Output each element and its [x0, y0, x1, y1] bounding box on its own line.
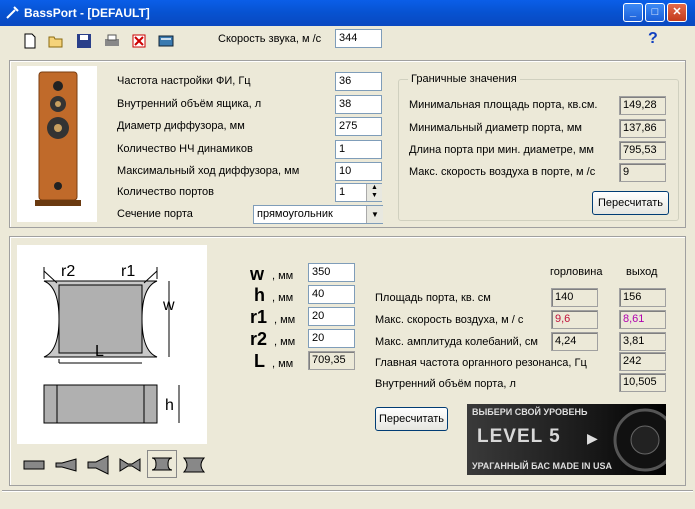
open-folder-icon[interactable]	[48, 33, 64, 49]
banner-main-text: LEVEL 5	[477, 426, 561, 447]
minimize-button[interactable]: _	[623, 3, 643, 22]
shape-rounded-button[interactable]	[147, 450, 177, 478]
recalc-port-button[interactable]: Пересчитать	[375, 407, 448, 431]
app-icon	[6, 6, 19, 19]
min-diam-label: Минимальный диаметр порта, мм	[409, 122, 582, 134]
print-icon[interactable]	[104, 33, 120, 49]
box-volume-label: Внутренний объём ящика, л	[117, 98, 262, 110]
dim-L-value: 709,35	[308, 351, 355, 370]
diagram-r2-label: r2	[61, 263, 76, 280]
port-area-throat: 140	[551, 288, 598, 307]
port-len-value: 795,53	[619, 141, 666, 160]
max-excursion-label: Максимальный ход диффузора, мм	[117, 165, 300, 177]
delete-icon[interactable]	[131, 33, 147, 49]
banner-bottom-text: УРАГАННЫЙ БАС MADE IN USA	[472, 461, 613, 471]
maximize-button[interactable]: □	[645, 3, 665, 22]
close-button[interactable]: ✕	[667, 3, 687, 22]
shape-straight-button[interactable]	[20, 454, 48, 476]
col-exit-header: выход	[626, 266, 658, 278]
sound-speed-input[interactable]: 344	[335, 29, 382, 48]
dim-r1-name: r1	[250, 307, 268, 327]
ports-count-label: Количество портов	[117, 186, 214, 198]
port-section-label: Сечение порта	[117, 208, 193, 220]
port-diagram: r2 r1 w L h	[17, 245, 207, 444]
tuning-freq-label: Частота настройки ФИ, Гц	[117, 75, 251, 87]
limits-group-title: Граничные значения	[408, 73, 520, 85]
dim-L-unit: , мм	[272, 358, 294, 370]
port-len-label: Длина порта при мин. диаметре, мм	[409, 144, 594, 156]
speaker-cabinet-icon	[35, 71, 81, 206]
port-section-value: прямоугольник	[257, 208, 333, 220]
calculator-icon[interactable]	[158, 33, 174, 49]
max-excursion-input[interactable]: 10	[335, 162, 382, 181]
dim-h-name: h	[254, 285, 265, 305]
new-file-icon[interactable]	[22, 33, 38, 49]
dim-h-unit: , мм	[272, 292, 294, 304]
max-air-value: 9	[619, 163, 666, 182]
dim-w-name: w	[250, 264, 265, 284]
diffuser-diam-label: Диаметр диффузора, мм	[117, 120, 245, 132]
shape-horn-button[interactable]	[84, 454, 112, 476]
banner-top-text: ВЫБЕРИ СВОЙ УРОВЕНЬ	[472, 407, 588, 417]
diagram-r1-label: r1	[121, 263, 136, 280]
shape-cone-button[interactable]	[52, 454, 80, 476]
save-icon[interactable]	[76, 33, 92, 49]
dim-w-input[interactable]: 350	[308, 263, 355, 282]
diffuser-diam-input[interactable]: 275	[335, 117, 382, 136]
dim-r2-name: r2	[250, 329, 268, 349]
organ-resonance-label: Главная частота органного резонанса, Гц	[375, 357, 587, 369]
spin-up-icon[interactable]: ▲	[367, 184, 382, 192]
dim-r1-input[interactable]: 20	[308, 307, 355, 326]
dim-r2-unit: , мм	[274, 336, 296, 348]
ports-count-spinner[interactable]: ▲ ▼	[366, 184, 382, 201]
port-volume-value: 10,505	[619, 373, 666, 392]
amplitude-exit: 3,81	[619, 332, 666, 351]
max-air-label: Макс. скорость воздуха в порте, м /с	[409, 166, 596, 178]
drivers-count-label: Количество НЧ динамиков	[117, 143, 253, 155]
air-speed-throat: 9,6	[551, 310, 598, 329]
status-bar	[2, 490, 693, 508]
dim-r1-unit: , мм	[274, 314, 296, 326]
tuning-freq-input[interactable]: 36	[335, 72, 382, 91]
dim-L-name: L	[254, 351, 265, 371]
port-section-select[interactable]: прямоугольник	[253, 205, 383, 224]
air-speed-exit: 8,61	[619, 310, 666, 329]
min-area-value: 149,28	[619, 96, 666, 115]
box-volume-input[interactable]: 38	[335, 95, 382, 114]
col-throat-header: горловина	[550, 266, 603, 278]
ports-count-value: 1	[339, 186, 346, 198]
organ-resonance-value: 242	[619, 352, 666, 371]
title-bar: BassPort - [DEFAULT] _ □ ✕	[0, 0, 695, 26]
min-area-label: Минимальная площадь порта, кв.см.	[409, 99, 598, 111]
chevron-down-icon[interactable]: ▼	[366, 206, 383, 223]
air-speed-label: Макс. скорость воздуха, м / с	[375, 314, 524, 326]
sound-speed-label: Скорость звука, м /с	[218, 33, 322, 45]
amplitude-label: Макс. амплитуда колебаний, см	[375, 336, 538, 348]
help-icon[interactable]: ?	[648, 30, 658, 48]
diagram-L-label: L	[95, 343, 104, 360]
port-area-exit: 156	[619, 288, 666, 307]
drivers-count-input[interactable]: 1	[335, 140, 382, 159]
min-diam-value: 137,86	[619, 119, 666, 138]
dim-r2-input[interactable]: 20	[308, 329, 355, 348]
amplitude-throat: 4,24	[551, 332, 598, 351]
speaker-image	[17, 66, 97, 222]
dim-w-unit: , мм	[272, 270, 294, 282]
shape-flared-button[interactable]	[180, 454, 208, 476]
spin-down-icon[interactable]: ▼	[367, 192, 382, 200]
recalc-limits-button[interactable]: Пересчитать	[592, 191, 669, 215]
ad-banner[interactable]: ВЫБЕРИ СВОЙ УРОВЕНЬ LEVEL 5 ▶ УРАГАННЫЙ …	[467, 404, 666, 475]
window-title: BassPort - [DEFAULT]	[24, 6, 150, 20]
shape-double-cone-button[interactable]	[116, 454, 144, 476]
diagram-w-label: w	[163, 297, 175, 314]
banner-arrow-icon: ▶	[587, 430, 598, 446]
subwoofer-icon	[613, 408, 666, 472]
dim-h-input[interactable]: 40	[308, 285, 355, 304]
port-area-label: Площадь порта, кв. см	[375, 292, 491, 304]
port-shape-diagram	[43, 267, 180, 424]
diagram-h-label: h	[165, 397, 174, 414]
port-volume-label: Внутренний объём порта, л	[375, 378, 516, 390]
